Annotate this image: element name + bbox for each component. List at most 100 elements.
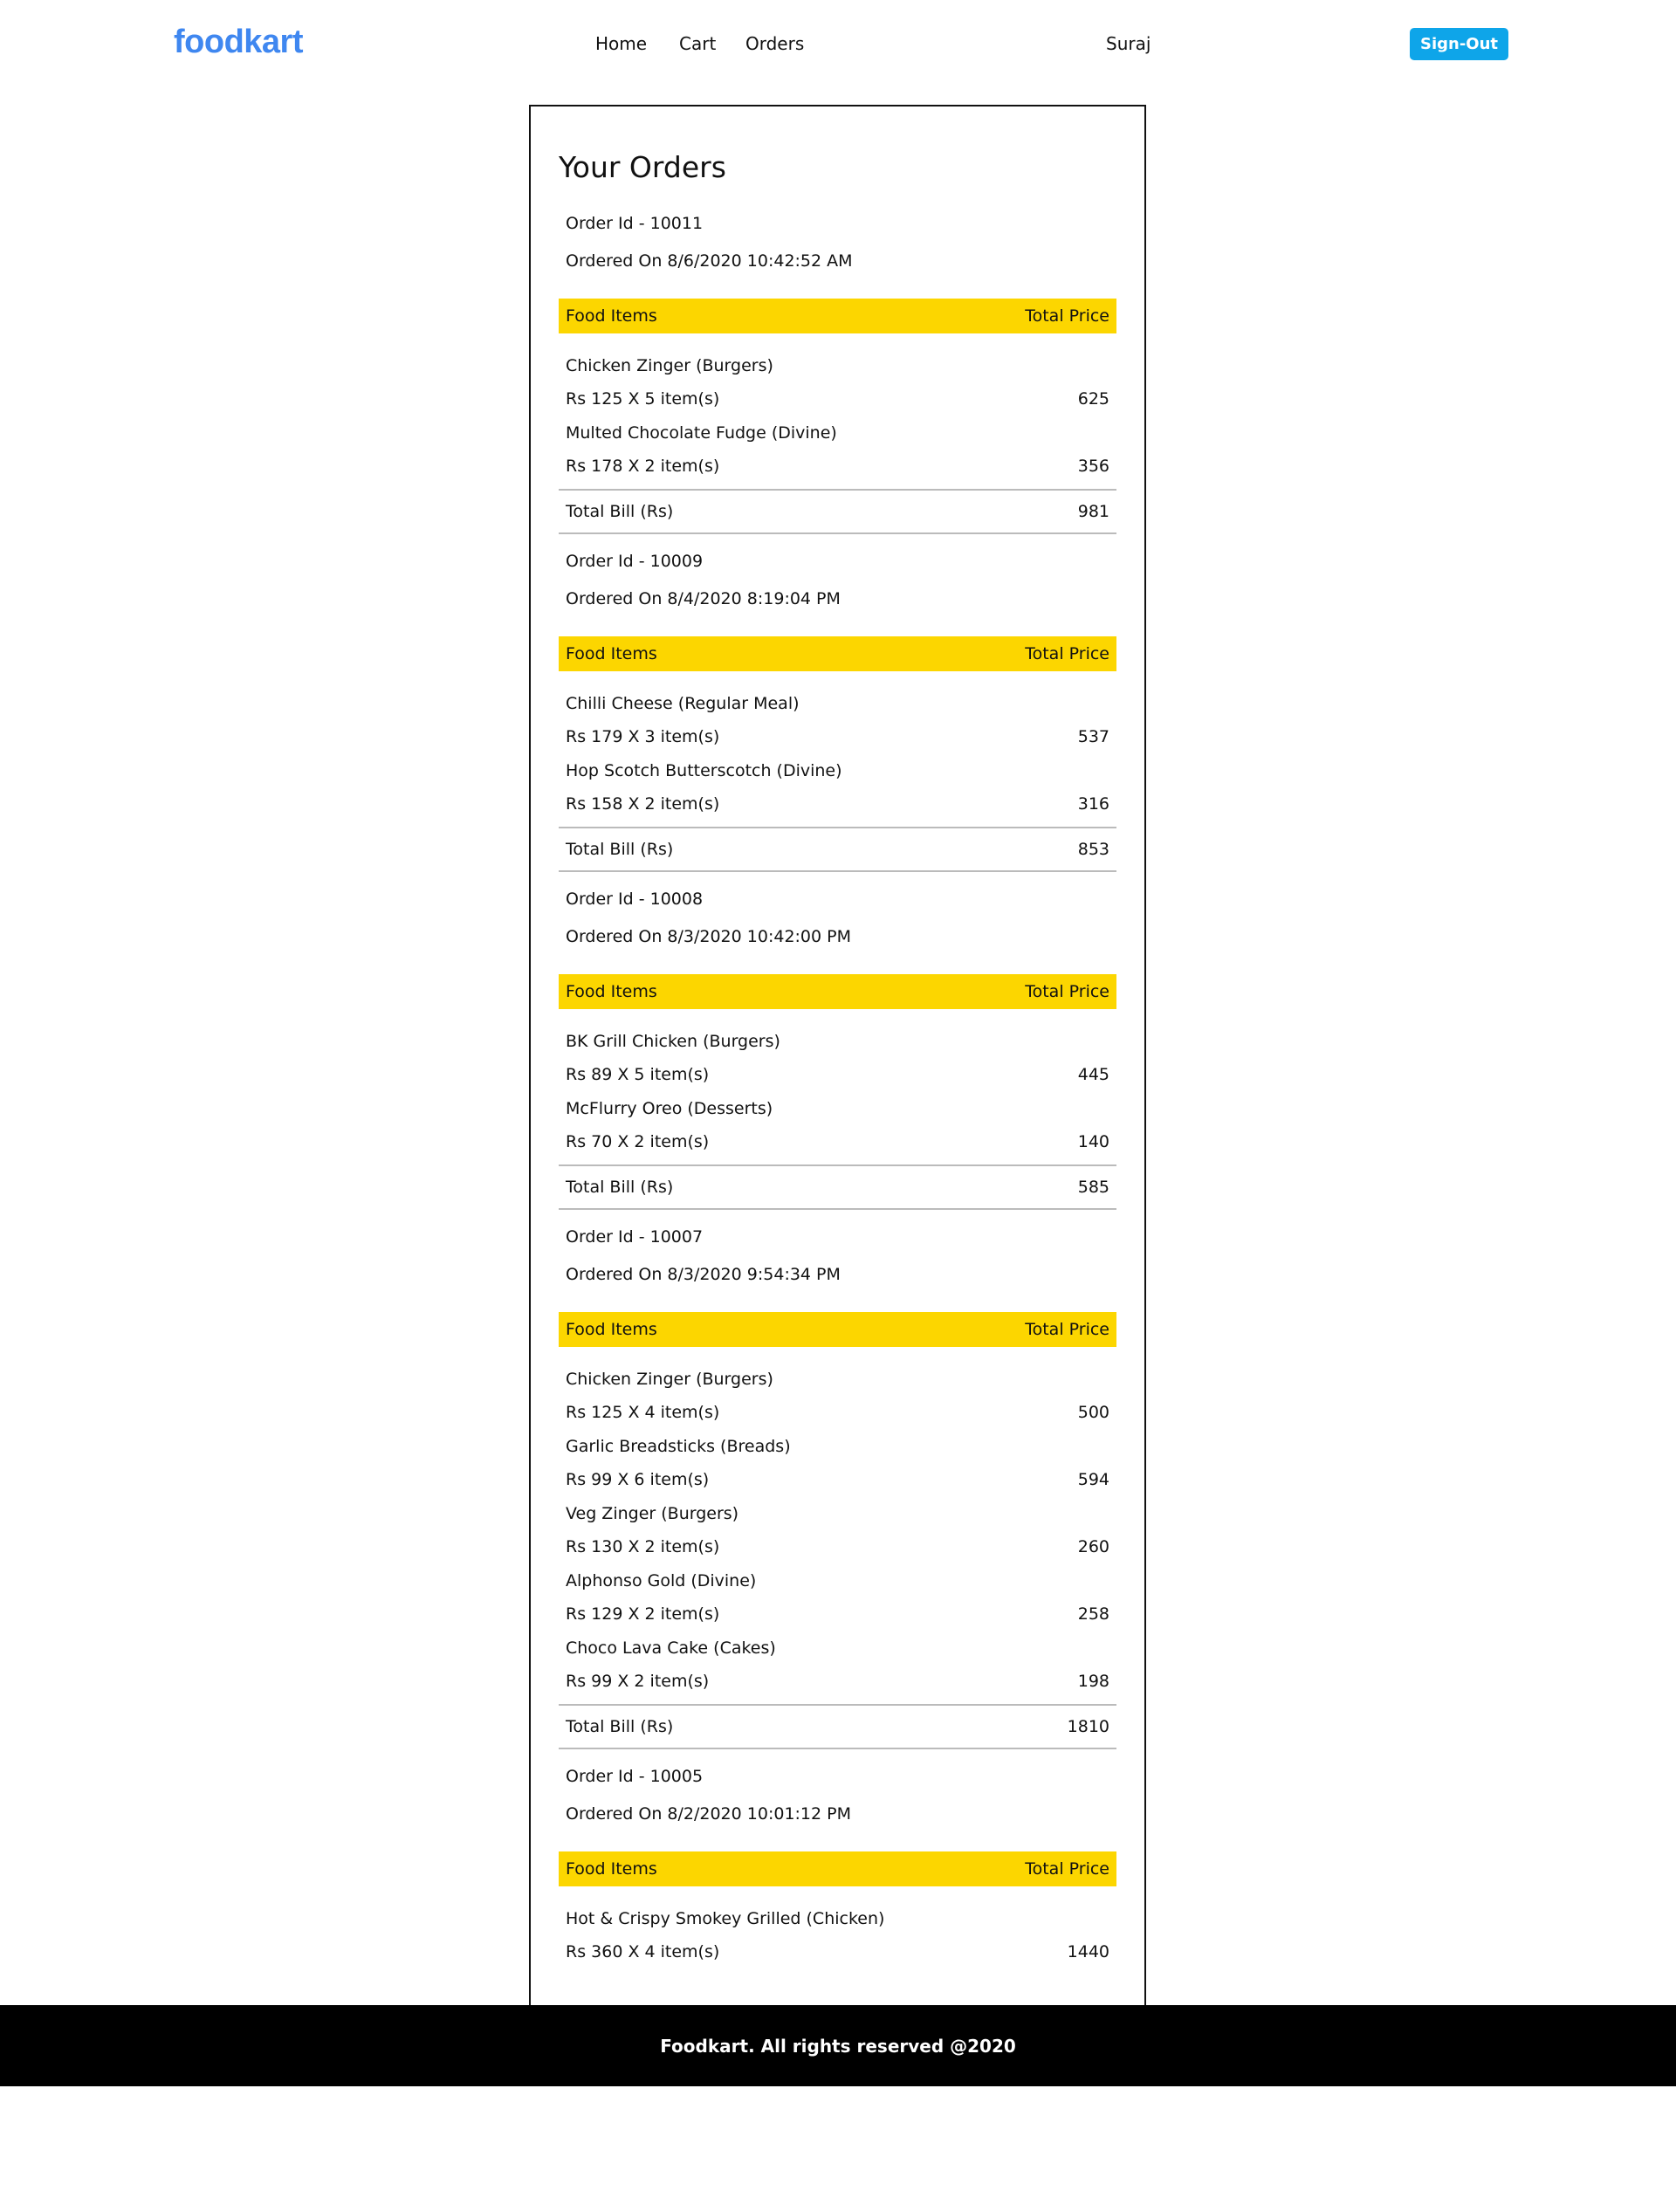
food-items-heading: Food Items xyxy=(566,1320,657,1339)
item-name: Garlic Breadsticks (Breads) xyxy=(566,1437,791,1456)
item-price: 316 xyxy=(1077,794,1109,814)
item-name: Chicken Zinger (Burgers) xyxy=(566,356,773,375)
item-price: 625 xyxy=(1077,389,1109,409)
total-price-heading: Total Price xyxy=(1025,1859,1109,1879)
item-name: McFlurry Oreo (Desserts) xyxy=(566,1099,773,1118)
item-qty: Rs 125 X 5 item(s) xyxy=(566,389,720,409)
order-date: Ordered On 8/6/2020 10:42:52 AM xyxy=(566,251,853,271)
total-bill-value: 981 xyxy=(1077,502,1109,521)
item-price: 140 xyxy=(1077,1132,1109,1151)
item-qty-line: Rs 179 X 3 item(s) 537 xyxy=(559,720,1116,754)
item-qty: Rs 130 X 2 item(s) xyxy=(566,1537,720,1556)
total-bill-value: 585 xyxy=(1077,1178,1109,1197)
item-qty-line: Rs 70 X 2 item(s) 140 xyxy=(559,1125,1116,1159)
food-items-heading: Food Items xyxy=(566,644,657,663)
item-name: Hot & Crispy Smokey Grilled (Chicken) xyxy=(566,1909,885,1928)
nav-orders-link[interactable]: Orders xyxy=(745,33,804,54)
item-qty-line: Rs 178 X 2 item(s) 356 xyxy=(559,450,1116,484)
item-price: 594 xyxy=(1077,1470,1109,1489)
item-name: BK Grill Chicken (Burgers) xyxy=(566,1032,780,1051)
item-price: 198 xyxy=(1077,1672,1109,1691)
order-id: Order Id - 10011 xyxy=(566,214,704,233)
item-qty-line: Rs 125 X 5 item(s) 625 xyxy=(559,382,1116,416)
order-block: Order Id - 10005 Ordered On 8/2/2020 10:0… xyxy=(559,1758,1116,1975)
item-qty-line: Rs 129 X 2 item(s) 258 xyxy=(559,1597,1116,1632)
order-block: Order Id - 10008 Ordered On 8/3/2020 10:4… xyxy=(559,881,1116,1210)
item-name: Multed Chocolate Fudge (Divine) xyxy=(566,423,837,443)
item-qty: Rs 99 X 6 item(s) xyxy=(566,1470,710,1489)
order-block: Order Id - 10007 Ordered On 8/3/2020 9:54… xyxy=(559,1219,1116,1749)
order-date: Ordered On 8/4/2020 8:19:04 PM xyxy=(566,589,841,608)
item-price: 356 xyxy=(1077,457,1109,476)
brand-logo[interactable]: foodkart xyxy=(174,24,304,61)
item-qty: Rs 89 X 5 item(s) xyxy=(566,1065,710,1084)
orders-list: Order Id - 10011 Ordered On 8/6/2020 10:4… xyxy=(559,205,1116,1975)
total-bill-label: Total Bill (Rs) xyxy=(566,840,674,859)
order-id: Order Id - 10008 xyxy=(566,890,704,909)
page-footer: Foodkart. All rights reserved @2020 xyxy=(0,2005,1676,2086)
top-navbar: foodkart Home Cart Orders Suraj Sign-Out xyxy=(0,0,1676,91)
food-items-heading: Food Items xyxy=(566,982,657,1001)
order-date: Ordered On 8/3/2020 10:42:00 PM xyxy=(566,927,851,946)
item-name: Chilli Cheese (Regular Meal) xyxy=(566,694,800,713)
item-qty: Rs 360 X 4 item(s) xyxy=(566,1942,720,1961)
order-id: Order Id - 10005 xyxy=(566,1767,704,1786)
item-price: 258 xyxy=(1077,1604,1109,1624)
item-name: Alphonso Gold (Divine) xyxy=(566,1571,757,1590)
item-qty: Rs 158 X 2 item(s) xyxy=(566,794,720,814)
total-bill-value: 1810 xyxy=(1067,1717,1109,1736)
item-qty: Rs 70 X 2 item(s) xyxy=(566,1132,710,1151)
total-bill-label: Total Bill (Rs) xyxy=(566,502,674,521)
total-price-heading: Total Price xyxy=(1025,644,1109,663)
item-qty-line: Rs 360 X 4 item(s) 1440 xyxy=(559,1935,1116,1969)
item-qty-line: Rs 99 X 6 item(s) 594 xyxy=(559,1463,1116,1497)
order-date: Ordered On 8/2/2020 10:01:12 PM xyxy=(566,1804,851,1824)
item-qty-line: Rs 125 X 4 item(s) 500 xyxy=(559,1396,1116,1430)
item-price: 500 xyxy=(1077,1403,1109,1422)
order-items-header: Food Items Total Price xyxy=(559,1312,1116,1347)
orders-panel: Your Orders Order Id - 10011 Ordered On 8… xyxy=(529,105,1146,2008)
item-name: Veg Zinger (Burgers) xyxy=(566,1504,739,1523)
food-items-heading: Food Items xyxy=(566,1859,657,1879)
order-items-header: Food Items Total Price xyxy=(559,974,1116,1009)
item-qty: Rs 99 X 2 item(s) xyxy=(566,1672,710,1691)
item-qty-line: Rs 130 X 2 item(s) 260 xyxy=(559,1530,1116,1564)
order-items: Hot & Crispy Smokey Grilled (Chicken) Rs … xyxy=(559,1886,1116,1975)
total-bill-label: Total Bill (Rs) xyxy=(566,1178,674,1197)
nav-cart-link[interactable]: Cart xyxy=(679,33,716,54)
item-qty-line: Rs 99 X 2 item(s) 198 xyxy=(559,1665,1116,1699)
orders-content: Your Orders Order Id - 10011 Ordered On 8… xyxy=(531,106,1144,1975)
item-qty: Rs 179 X 3 item(s) xyxy=(566,727,720,746)
order-id: Order Id - 10009 xyxy=(566,552,704,571)
order-items-header: Food Items Total Price xyxy=(559,299,1116,333)
total-bill-label: Total Bill (Rs) xyxy=(566,1717,674,1736)
item-price: 260 xyxy=(1077,1537,1109,1556)
signout-button[interactable]: Sign-Out xyxy=(1410,28,1508,60)
footer-text: Foodkart. All rights reserved @2020 xyxy=(660,2035,1016,2057)
page-title: Your Orders xyxy=(559,150,726,184)
order-date: Ordered On 8/3/2020 9:54:34 PM xyxy=(566,1265,841,1284)
item-qty-line: Rs 158 X 2 item(s) 316 xyxy=(559,787,1116,821)
item-name: Choco Lava Cake (Cakes) xyxy=(566,1638,776,1658)
total-price-heading: Total Price xyxy=(1025,306,1109,326)
food-items-heading: Food Items xyxy=(566,306,657,326)
item-qty: Rs 178 X 2 item(s) xyxy=(566,457,720,476)
item-price: 1440 xyxy=(1067,1942,1109,1961)
total-bill-row: Total Bill (Rs) 981 xyxy=(559,489,1116,534)
item-qty: Rs 129 X 2 item(s) xyxy=(566,1604,720,1624)
user-name: Suraj xyxy=(1106,33,1151,54)
item-qty-line: Rs 89 X 5 item(s) 445 xyxy=(559,1058,1116,1092)
order-items-header: Food Items Total Price xyxy=(559,636,1116,671)
order-block: Order Id - 10009 Ordered On 8/4/2020 8:19… xyxy=(559,543,1116,872)
order-items: Chilli Cheese (Regular Meal) Rs 179 X 3 i… xyxy=(559,671,1116,827)
order-block: Order Id - 10011 Ordered On 8/6/2020 10:4… xyxy=(559,205,1116,534)
total-price-heading: Total Price xyxy=(1025,1320,1109,1339)
order-items-header: Food Items Total Price xyxy=(559,1851,1116,1886)
item-name: Chicken Zinger (Burgers) xyxy=(566,1370,773,1389)
item-price: 445 xyxy=(1077,1065,1109,1084)
order-id: Order Id - 10007 xyxy=(566,1227,704,1247)
total-bill-row: Total Bill (Rs) 853 xyxy=(559,827,1116,872)
item-price: 537 xyxy=(1077,727,1109,746)
nav-home-link[interactable]: Home xyxy=(595,33,647,54)
total-bill-row: Total Bill (Rs) 585 xyxy=(559,1164,1116,1210)
